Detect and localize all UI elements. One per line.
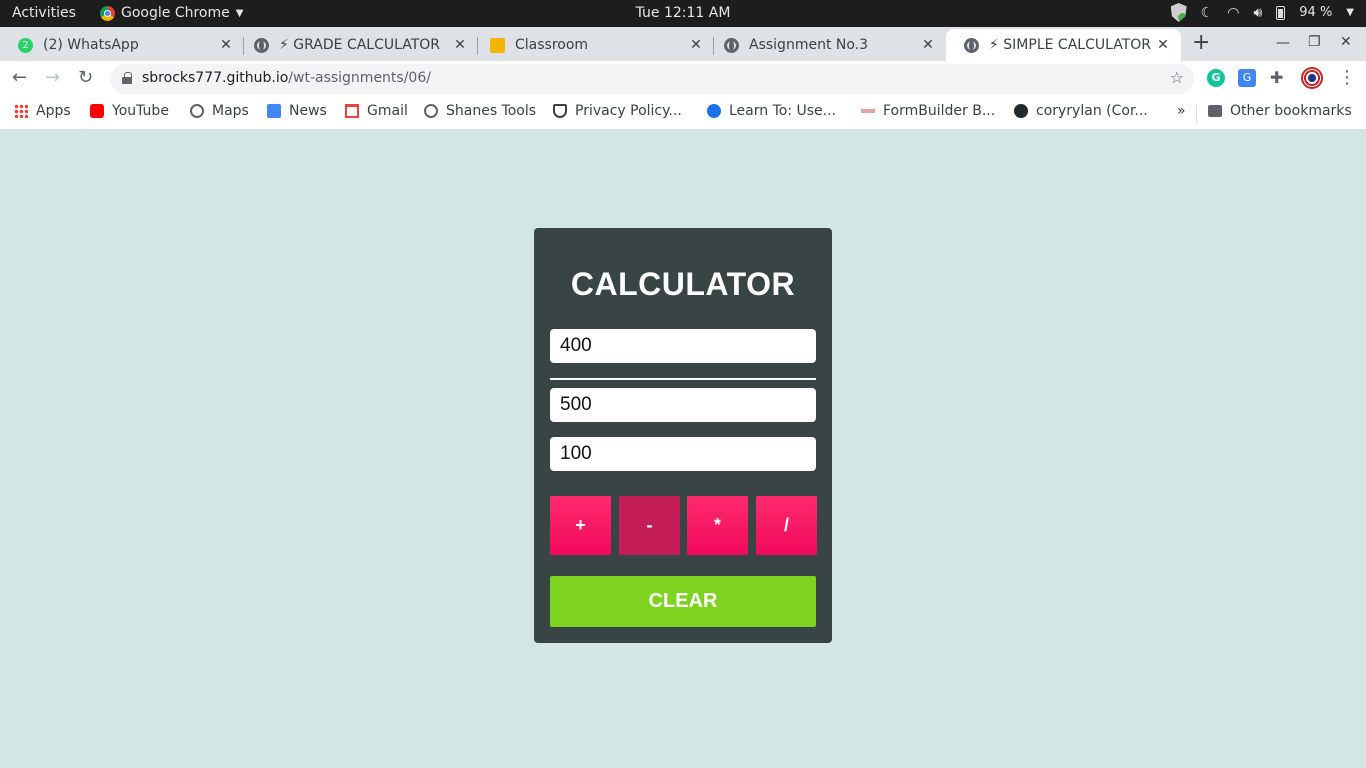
news-icon [267,104,281,118]
bookmark-gmail[interactable]: Gmail [345,103,408,119]
minimize-button[interactable]: — [1276,35,1290,51]
calculator-title: CALCULATOR [570,266,796,302]
system-tray[interactable]: ☾ ◠ 🔊︎ 94 % ▼ [1170,3,1354,22]
clock[interactable]: Tue 12:11 AM [636,5,731,21]
second-number-input[interactable] [550,388,816,422]
tab-title: ⚡ GRADE CALCULATOR [279,37,441,53]
chevron-down-icon: ▼ [235,7,244,19]
close-icon[interactable]: ✕ [1155,37,1171,53]
learn-icon [707,104,721,118]
night-light-icon: ☾ [1200,4,1214,21]
wifi-icon: ◠ [1227,4,1240,21]
battery-percent: 94 % [1299,5,1333,20]
extensions-puzzle-icon[interactable]: ✚ [1270,69,1288,87]
formbuilder-icon [861,109,875,113]
volume-icon: 🔊︎ [1253,4,1263,21]
tab-title: Assignment No.3 [749,37,869,53]
gmail-icon [345,104,359,118]
whatsapp-icon: 2 [18,37,33,53]
grammarly-icon[interactable]: G [1207,69,1225,87]
back-arrow-icon[interactable]: ← [12,67,27,88]
bookmark-privacy-policy[interactable]: Privacy Policy... [553,103,682,119]
github-icon [1014,104,1028,118]
calculator-panel: CALCULATOR + - * / CLEAR [534,228,832,643]
divider [550,378,816,380]
profile-avatar[interactable] [1301,67,1323,89]
apps-grid-icon [14,104,28,118]
multiply-button[interactable]: * [687,496,748,555]
restore-button[interactable]: ❐ [1308,34,1321,50]
divide-button[interactable]: / [756,496,817,555]
lock-icon[interactable] [122,72,132,84]
bookmarks-bar: Apps YouTube Maps News Gmail Shanes Tool… [0,97,1366,130]
tab-assignment[interactable]: Assignment No.3 ✕ [706,29,946,61]
new-tab-button[interactable]: + [1192,30,1210,55]
bookmark-coryrylan[interactable]: coryrylan (Cor... [1014,103,1148,119]
shield-icon [553,104,567,118]
url-text[interactable]: sbrocks777.github.io/wt-assignments/06/ [142,70,431,86]
subtract-button[interactable]: - [619,496,680,555]
tab-whatsapp[interactable]: 2 (2) WhatsApp ✕ [0,29,244,61]
close-icon[interactable]: ✕ [688,37,704,53]
bookmark-learn-to[interactable]: Learn To: Use... [707,103,836,119]
bookmark-apps[interactable]: Apps [14,103,71,119]
bookmark-shanes-tools[interactable]: Shanes Tools [424,103,536,119]
add-button[interactable]: + [550,496,611,555]
system-top-bar: Activities Google Chrome ▼ Tue 12:11 AM … [0,0,1366,27]
window-close-button[interactable]: ✕ [1340,34,1352,50]
bookmark-formbuilder[interactable]: FormBuilder B... [861,103,995,119]
youtube-icon [90,104,104,118]
translate-icon[interactable]: G [1238,69,1256,87]
bookmark-maps[interactable]: Maps [190,103,249,119]
bookmark-youtube[interactable]: YouTube [90,103,169,119]
tab-strip: 2 (2) WhatsApp ✕ ⚡ GRADE CALCULATOR ✕ Cl… [0,27,1366,61]
battery-icon [1276,5,1286,20]
tab-grade-calculator[interactable]: ⚡ GRADE CALCULATOR ✕ [236,29,478,61]
reload-icon[interactable]: ↻ [78,67,93,88]
more-menu-icon[interactable]: ⋮ [1338,69,1356,87]
globe-icon [424,104,438,118]
globe-icon [254,37,269,53]
other-bookmarks[interactable]: Other bookmarks [1208,103,1352,119]
globe-icon [964,37,979,53]
globe-icon [724,37,739,53]
tab-simple-calculator[interactable]: ⚡ SIMPLE CALCULATOR ✕ [946,29,1181,61]
close-icon[interactable]: ✕ [218,37,234,53]
classroom-icon [490,37,505,53]
result-field[interactable] [550,437,816,471]
security-shield-icon[interactable] [1170,3,1187,22]
close-icon[interactable]: ✕ [920,37,936,53]
browser-toolbar: ← → ↻ sbrocks777.github.io/wt-assignment… [0,61,1366,97]
tab-title: Classroom [515,37,589,53]
activities-button[interactable]: Activities [12,5,76,21]
clear-button[interactable]: CLEAR [550,576,816,627]
tab-title: (2) WhatsApp [43,37,139,53]
app-menu-label: Google Chrome [121,5,230,21]
bookmark-star-icon[interactable]: ☆ [1170,68,1184,87]
first-number-input[interactable] [550,329,816,363]
close-icon[interactable]: ✕ [452,37,468,53]
address-bar[interactable]: sbrocks777.github.io/wt-assignments/06/ … [110,64,1194,94]
chevron-down-icon: ▼ [1346,7,1354,18]
chrome-icon [100,5,115,21]
globe-icon [190,104,204,118]
folder-icon [1208,105,1222,117]
forward-arrow-icon[interactable]: → [45,67,60,88]
bookmarks-overflow-button[interactable]: » [1177,103,1186,119]
tab-classroom[interactable]: Classroom ✕ [472,29,714,61]
app-menu[interactable]: Google Chrome ▼ [100,5,243,21]
tab-title: ⚡ SIMPLE CALCULATOR [989,37,1151,53]
bookmark-news[interactable]: News [267,103,327,119]
